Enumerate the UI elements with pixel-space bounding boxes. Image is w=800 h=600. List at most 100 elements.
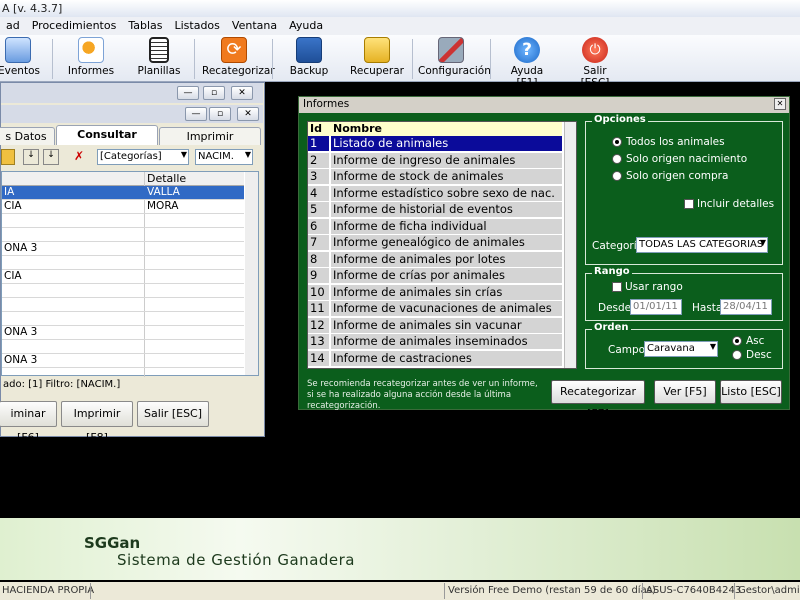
table-row[interactable]: CIA bbox=[2, 270, 244, 284]
cell-nombre: CIA bbox=[4, 270, 22, 282]
report-id: 1 bbox=[308, 136, 330, 152]
close-icon[interactable]: ✕ bbox=[231, 86, 253, 100]
toolbar-configuracion-button[interactable]: Configuración bbox=[418, 37, 491, 81]
menu-item[interactable]: ad bbox=[0, 17, 26, 35]
report-list-item[interactable]: 12 Informe de animales sin vacunar bbox=[308, 317, 562, 335]
toolbar-backup-button[interactable]: Backup bbox=[286, 37, 332, 81]
report-list-item[interactable]: 9 Informe de crías por animales bbox=[308, 268, 562, 285]
maximize-button[interactable]: ▫ bbox=[209, 107, 231, 121]
report-list-item[interactable]: 11 Informe de vacunaciones de animales bbox=[308, 301, 562, 318]
brand-name: SGGan bbox=[84, 534, 141, 552]
asc-radio[interactable]: Asc bbox=[732, 335, 764, 347]
close-icon[interactable]: ✕ bbox=[237, 107, 259, 121]
menu-ayuda[interactable]: Ayuda bbox=[283, 17, 329, 35]
scrollbar[interactable] bbox=[245, 172, 258, 375]
category-filter-combo[interactable]: [Categorías] ▼ bbox=[97, 149, 189, 165]
report-name: Informe de castraciones bbox=[331, 350, 562, 367]
report-id: 2 bbox=[308, 152, 330, 169]
status-user: Gestor\admin bbox=[738, 585, 800, 596]
sort-desc-icon[interactable]: ↓ bbox=[43, 149, 59, 165]
table-row[interactable] bbox=[2, 298, 244, 312]
delete-button[interactable]: iminar [F6] bbox=[0, 401, 57, 444]
combo-value: Caravana bbox=[647, 343, 695, 354]
table-row[interactable]: IA VALLA bbox=[2, 186, 244, 200]
col-nombre: Nombre bbox=[333, 122, 382, 135]
sort-asc-icon[interactable]: ↓ bbox=[23, 149, 39, 165]
toolbar-ayuda-button[interactable]: ? Ayuda [F1] bbox=[500, 37, 554, 89]
desde-field[interactable]: 01/01/11 bbox=[630, 299, 682, 315]
ver-button[interactable]: Ver [F5] bbox=[654, 380, 716, 404]
help-icon: ? bbox=[514, 37, 540, 63]
group-label: Rango bbox=[592, 266, 632, 277]
desc-radio[interactable]: Desc bbox=[732, 349, 772, 361]
hasta-field[interactable]: 28/04/11 bbox=[720, 299, 772, 315]
menu-ventana[interactable]: Ventana bbox=[226, 17, 283, 35]
listo-button[interactable]: Listo [ESC] bbox=[720, 380, 782, 404]
opt-nacimiento-radio[interactable]: Solo origen nacimiento bbox=[612, 153, 747, 165]
print-button[interactable]: Imprimir [F8] bbox=[61, 401, 133, 444]
sort-combo[interactable]: NACIM. ▼ bbox=[195, 149, 253, 165]
usar-rango-checkbox[interactable]: Usar rango bbox=[612, 281, 683, 293]
col-detalle: Detalle bbox=[147, 172, 187, 185]
categoria-combo[interactable]: TODAS LAS CATEGORIAS ▼ bbox=[636, 237, 768, 253]
exit-button[interactable]: Salir [ESC] bbox=[137, 401, 209, 427]
group-label: Opciones bbox=[592, 114, 648, 125]
recategorize-button[interactable]: Recategorizar [F7] bbox=[551, 380, 645, 420]
toolbar-informes-button[interactable]: Informes bbox=[62, 37, 120, 81]
table-row[interactable]: CIA MORA bbox=[2, 200, 244, 214]
toolbar-recuperar-button[interactable]: Recuperar bbox=[350, 37, 404, 81]
toolbar-eventos-button[interactable]: Eventos bbox=[0, 37, 40, 81]
campo-label: Campo: bbox=[608, 344, 649, 356]
report-list-item[interactable]: 8 Informe de animales por lotes bbox=[308, 251, 562, 269]
table-row[interactable] bbox=[2, 256, 244, 270]
radio-label: Solo origen compra bbox=[626, 170, 729, 182]
dialog-titlebar: Informes ✕ bbox=[299, 97, 789, 113]
report-name: Informe genealógico de animales bbox=[331, 235, 562, 251]
menu-tablas[interactable]: Tablas bbox=[122, 17, 168, 35]
clear-filter-icon[interactable]: ✗ bbox=[71, 149, 87, 165]
report-list-item[interactable]: 3 Informe de stock de animales bbox=[308, 169, 562, 186]
table-row[interactable]: ONA 3 bbox=[2, 242, 244, 256]
table-row[interactable] bbox=[2, 214, 244, 228]
report-list-item[interactable]: 5 Informe de historial de eventos bbox=[308, 202, 562, 219]
minimize-button[interactable]: — bbox=[177, 86, 199, 100]
report-list-item[interactable]: 13 Informe de animales inseminados bbox=[308, 334, 562, 351]
tab-imprimir[interactable]: Imprimir bbox=[159, 127, 261, 145]
incluir-detalles-checkbox[interactable]: Incluir detalles bbox=[684, 198, 774, 210]
tab-datos[interactable]: s Datos bbox=[0, 127, 55, 145]
table-row[interactable]: ONA 3 bbox=[2, 354, 244, 368]
checkbox-icon bbox=[612, 282, 622, 292]
table-row[interactable] bbox=[2, 284, 244, 298]
table-row[interactable] bbox=[2, 228, 244, 242]
toolbar-label: Salir [ESC] bbox=[580, 65, 610, 89]
menu-listados[interactable]: Listados bbox=[168, 17, 225, 35]
scrollbar[interactable] bbox=[564, 122, 576, 368]
toolbar-recategorizar-button[interactable]: ⟳ Recategorizar bbox=[202, 37, 275, 81]
table-row[interactable]: ONA 3 bbox=[2, 326, 244, 340]
opt-todos-radio[interactable]: Todos los animales bbox=[612, 136, 725, 148]
report-list-item[interactable]: 10 Informe de animales sin crías bbox=[308, 284, 562, 302]
report-list-item[interactable]: 7 Informe genealógico de animales bbox=[308, 235, 562, 252]
report-list-item[interactable]: 6 Informe de ficha individual bbox=[308, 218, 562, 236]
table-row[interactable] bbox=[2, 340, 244, 354]
play-icon[interactable] bbox=[1, 149, 15, 165]
report-list-item[interactable]: 4 Informe estadístico sobre sexo de nac. bbox=[308, 185, 562, 203]
close-icon[interactable]: ✕ bbox=[774, 98, 786, 110]
report-list-item[interactable]: 14 Informe de castraciones bbox=[308, 350, 562, 368]
toolbar-salir-button[interactable]: ⏻ Salir [ESC] bbox=[568, 37, 622, 89]
minimize-button[interactable]: — bbox=[185, 107, 207, 121]
opt-compra-radio[interactable]: Solo origen compra bbox=[612, 170, 728, 182]
tab-strip: s Datos Consultar Imprimir bbox=[0, 125, 263, 145]
toolbar-label: Recategorizar bbox=[202, 65, 275, 77]
maximize-button[interactable]: ▫ bbox=[203, 86, 225, 100]
col-id: Id bbox=[310, 122, 322, 135]
report-list-item[interactable]: 2 Informe de ingreso de animales bbox=[308, 152, 562, 170]
group-label: Orden bbox=[592, 322, 631, 333]
report-list-item[interactable]: 1 Listado de animales bbox=[308, 136, 562, 153]
campo-combo[interactable]: Caravana ▼ bbox=[644, 341, 718, 357]
tab-consultar[interactable]: Consultar bbox=[56, 125, 158, 145]
report-id: 5 bbox=[308, 202, 330, 218]
toolbar-planillas-button[interactable]: Planillas bbox=[132, 37, 186, 81]
menu-procedimientos[interactable]: Procedimientos bbox=[26, 17, 123, 35]
table-row[interactable] bbox=[2, 312, 244, 326]
